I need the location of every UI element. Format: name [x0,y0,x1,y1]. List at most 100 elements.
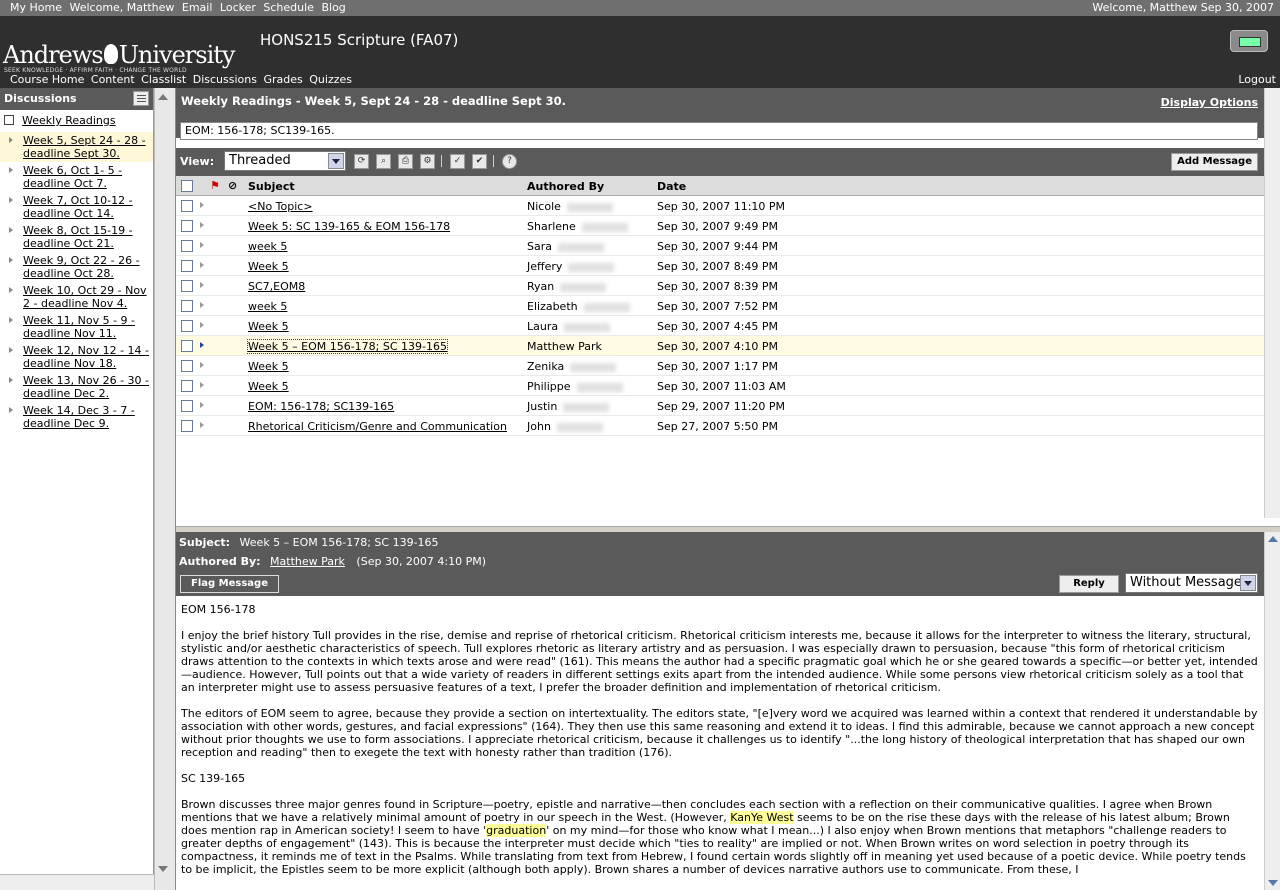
row-checkbox[interactable] [181,420,193,432]
table-row[interactable]: week 5 Elizabeth Sep 30, 2007 7:52 PM [176,296,1264,316]
list-scrollbar[interactable] [1264,88,1280,518]
scroll-down-icon[interactable] [1268,880,1278,886]
table-row[interactable]: Week 5 Jeffery Sep 30, 2007 8:49 PM [176,256,1264,276]
sidebar-topic[interactable]: Week 6, Oct 1- 5 - deadline Oct 7. [0,162,153,192]
message-subject-link[interactable]: SC7,EOM8 [248,280,305,293]
flag-message-button[interactable]: Flag Message [180,575,279,593]
message-body-scrollbar[interactable] [1264,532,1280,890]
sidebar-topic[interactable]: Week 10, Oct 29 - Nov 2 - deadline Nov 4… [0,282,153,312]
scroll-up-icon[interactable] [1268,536,1278,542]
email-link[interactable]: Email [182,1,213,14]
my-home-link[interactable]: My Home [10,1,62,14]
message-subject-link[interactable]: Week 5 [248,380,289,393]
scroll-down-icon[interactable] [158,866,168,872]
search-icon[interactable]: ⌕ [376,154,391,169]
author-column-header[interactable]: Authored By [527,180,604,193]
sidebar-topic[interactable]: Week 11, Nov 5 - 9 - deadline Nov 11. [0,312,153,342]
message-subject-link[interactable]: Week 5 [248,320,289,333]
display-options-link[interactable]: Display Options [1161,96,1258,109]
row-checkbox[interactable] [181,400,193,412]
topic-label: Week 5, Sept 24 - 28 - deadline Sept 30. [23,134,146,160]
table-row[interactable]: Week 5 Zenika Sep 30, 2007 1:17 PM [176,356,1264,376]
message-subject-link[interactable]: <No Topic> [248,200,313,213]
table-row[interactable]: SC7,EOM8 Ryan Sep 30, 2007 8:39 PM [176,276,1264,296]
add-message-button[interactable]: Add Message [1171,153,1258,171]
sidebar-topic[interactable]: Week 9, Oct 22 - 26 - deadline Oct 28. [0,252,153,282]
message-subject-link[interactable]: Rhetorical Criticism/Genre and Communica… [248,420,507,433]
table-row-selected[interactable]: Week 5 – EOM 156-178; SC 139-165 Matthew … [176,336,1264,356]
row-checkbox[interactable] [181,260,193,272]
message-subject-link[interactable]: Week 5 [248,260,289,273]
sidebar-topic[interactable]: Week 13, Nov 26 - 30 - deadline Dec 2. [0,372,153,402]
tray-icon[interactable] [1230,30,1268,52]
row-checkbox[interactable] [181,340,193,352]
row-checkbox[interactable] [181,300,193,312]
sidebar-scrollbar[interactable] [154,88,176,890]
subject-column-header[interactable]: Subject [248,180,295,193]
message-date: Sep 30, 2007 1:17 PM [657,360,779,373]
table-row[interactable]: week 5 Sara Sep 30, 2007 9:44 PM [176,236,1264,256]
message-rows: <No Topic> Nicole Sep 30, 2007 11:10 PM We… [176,196,1264,436]
table-row[interactable]: Week 5 Laura Sep 30, 2007 4:45 PM [176,316,1264,336]
university-logo[interactable]: Andrews University [3,41,235,69]
select-all-checkbox[interactable] [181,180,193,192]
row-checkbox[interactable] [181,380,193,392]
mark-all-read-icon[interactable]: ✔ [472,154,487,169]
blurred-surname [558,242,604,252]
table-row[interactable]: Week 5: SC 139-165 & EOM 156-178 Sharlene… [176,216,1264,236]
scroll-up-icon[interactable] [158,94,168,100]
sidebar-horizontal-scrollbar[interactable] [0,874,154,890]
settings-icon[interactable]: ⚙ [420,154,435,169]
row-checkbox[interactable] [181,280,193,292]
sidebar-topic[interactable]: Week 14, Dec 3 - 7 - deadline Dec 9. [0,402,153,432]
collapse-icon[interactable] [4,115,14,125]
nav-quizzes[interactable]: Quizzes [309,73,352,86]
reply-mode-select[interactable]: Without Message [1125,573,1258,593]
forum-weekly-readings[interactable]: Weekly Readings [0,110,153,132]
chevron-down-icon[interactable] [328,153,344,169]
chevron-down-icon[interactable] [1240,575,1256,591]
topic-arrow-icon [9,257,13,263]
locker-link[interactable]: Locker [220,1,256,14]
nav-classlist[interactable]: Classlist [141,73,186,86]
row-checkbox[interactable] [181,360,193,372]
nav-grades[interactable]: Grades [263,73,302,86]
table-row[interactable]: <No Topic> Nicole Sep 30, 2007 11:10 PM [176,196,1264,216]
sidebar-topic[interactable]: Week 8, Oct 15-19 - deadline Oct 21. [0,222,153,252]
sidebar-topic[interactable]: Week 5, Sept 24 - 28 - deadline Sept 30. [0,132,153,162]
row-checkbox[interactable] [181,220,193,232]
list-view-icon[interactable] [133,91,149,106]
topic-arrow-icon [9,167,13,173]
schedule-link[interactable]: Schedule [263,1,314,14]
view-select[interactable]: Threaded [224,151,346,171]
author-link[interactable]: Matthew Park [270,555,345,568]
refresh-icon[interactable]: ⟳ [354,154,369,169]
message-subject-link[interactable]: week 5 [248,240,287,253]
mark-read-icon[interactable]: ✓ [450,154,465,169]
welcome-link[interactable]: Welcome, Matthew [69,1,174,14]
message-subject-link[interactable]: Week 5 – EOM 156-178; SC 139-165 [246,339,449,354]
row-checkbox[interactable] [181,320,193,332]
message-header: Subject: Week 5 – EOM 156-178; SC 139-16… [176,532,1264,570]
nav-content[interactable]: Content [91,73,135,86]
sidebar-topic[interactable]: Week 7, Oct 10-12 - deadline Oct 14. [0,192,153,222]
date-column-header[interactable]: Date [657,180,686,193]
help-icon[interactable]: ? [502,154,517,169]
message-subject-link[interactable]: EOM: 156-178; SC139-165 [248,400,394,413]
print-icon[interactable]: ⎙ [398,154,413,169]
reply-button[interactable]: Reply [1059,575,1119,593]
row-checkbox[interactable] [181,240,193,252]
message-subject-link[interactable]: Week 5: SC 139-165 & EOM 156-178 [248,220,450,233]
table-row[interactable]: Rhetorical Criticism/Genre and Communica… [176,416,1264,436]
main-pane: Weekly Readings - Week 5, Sept 24 - 28 -… [176,88,1280,890]
sidebar-topic[interactable]: Week 12, Nov 12 - 14 - deadline Nov 18. [0,342,153,372]
blog-link[interactable]: Blog [321,1,345,14]
message-subject-link[interactable]: Week 5 [248,360,289,373]
table-row[interactable]: Week 5 Philippe Sep 30, 2007 11:03 AM [176,376,1264,396]
logout-link[interactable]: Logout [1238,73,1276,86]
row-checkbox[interactable] [181,200,193,212]
nav-discussions[interactable]: Discussions [193,73,257,86]
message-subject-link[interactable]: week 5 [248,300,287,313]
table-row[interactable]: EOM: 156-178; SC139-165 Justin Sep 29, 200… [176,396,1264,416]
nav-course-home[interactable]: Course Home [10,73,84,86]
